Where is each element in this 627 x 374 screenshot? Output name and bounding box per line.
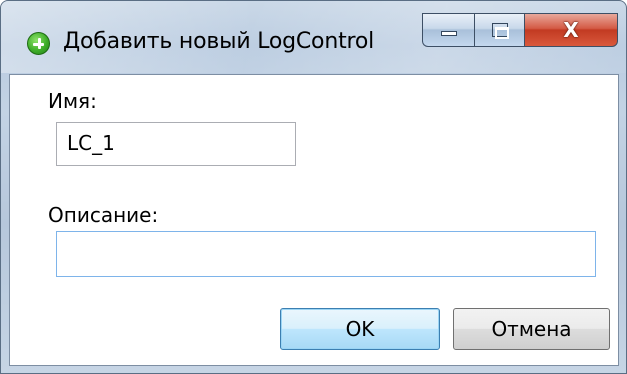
dialog-content: Имя: LC_1 Описание: OK Отмена [9, 74, 619, 366]
description-label: Описание: [48, 203, 159, 227]
maximize-button[interactable] [474, 13, 524, 47]
window-title: Добавить новый LogControl [63, 29, 375, 54]
description-input[interactable] [56, 231, 596, 277]
minimize-button[interactable] [422, 13, 474, 47]
minimize-icon [441, 31, 457, 36]
caption-buttons: X [422, 13, 618, 47]
close-button[interactable]: X [524, 13, 618, 47]
close-icon: X [563, 18, 579, 42]
ok-button[interactable]: OK [280, 308, 440, 350]
cancel-button[interactable]: Отмена [453, 308, 610, 350]
maximize-icon [492, 23, 509, 39]
dialog-window: Добавить новый LogControl X Имя: LC_1 Оп… [0, 0, 627, 374]
name-label: Имя: [48, 89, 97, 113]
name-input[interactable]: LC_1 [56, 122, 296, 166]
add-circle-icon [27, 32, 50, 55]
